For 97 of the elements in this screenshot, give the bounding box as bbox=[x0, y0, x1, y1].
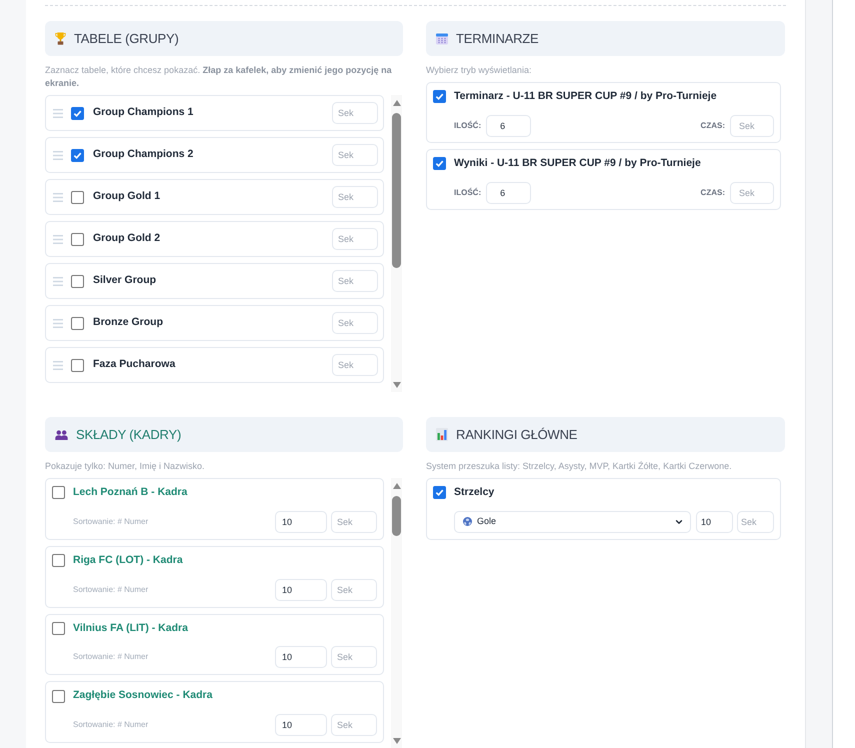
people-icon bbox=[55, 430, 68, 440]
drag-handle-icon[interactable] bbox=[53, 318, 63, 328]
checkbox[interactable] bbox=[52, 622, 65, 635]
table-label: Group Champions 2 bbox=[93, 147, 194, 162]
ball-icon bbox=[463, 517, 472, 526]
table-label: Group Gold 1 bbox=[93, 189, 160, 204]
squad-label: Zagłębie Sosnowiec - Kadra bbox=[73, 688, 212, 704]
time-field[interactable]: Sek bbox=[332, 186, 378, 208]
table-tile[interactable]: Group Gold 1 Sek bbox=[45, 179, 384, 215]
checkbox[interactable] bbox=[71, 190, 84, 204]
table-tile[interactable]: Silver Group Sek bbox=[45, 263, 384, 299]
scrollbar-track[interactable] bbox=[391, 478, 402, 748]
drag-handle-icon[interactable] bbox=[53, 276, 63, 286]
time-label: CZAS: bbox=[700, 120, 725, 132]
checkbox[interactable] bbox=[71, 148, 84, 162]
count-field[interactable]: 10 bbox=[275, 510, 327, 533]
checkbox[interactable] bbox=[71, 106, 84, 120]
count-label: ILOŚĆ: bbox=[454, 120, 482, 132]
time-field[interactable]: Sek bbox=[737, 510, 774, 533]
drag-handle-icon[interactable] bbox=[53, 192, 63, 202]
squad-card[interactable]: Lech Poznań B - Kadra Sortowanie: # Numer 10 Sek bbox=[45, 478, 384, 540]
time-field[interactable]: Sek bbox=[730, 182, 774, 204]
table-label: Faza Pucharowa bbox=[93, 357, 176, 372]
time-label: CZAS: bbox=[700, 186, 725, 198]
checkbox[interactable] bbox=[71, 316, 84, 330]
checkbox[interactable] bbox=[71, 232, 84, 246]
checkbox[interactable] bbox=[433, 157, 446, 170]
count-field[interactable]: 10 bbox=[696, 510, 733, 533]
drag-handle-icon[interactable] bbox=[53, 234, 63, 244]
scrollbar-thumb[interactable] bbox=[392, 496, 401, 536]
time-field[interactable]: Sek bbox=[332, 312, 378, 334]
section-hint: Zaznacz tabele, które chcesz pokazać. Złap za kafelek, aby zmienić jego pozycję na ekranie. bbox=[45, 64, 393, 90]
time-field[interactable]: Sek bbox=[332, 228, 378, 250]
table-tile[interactable]: Group Gold 2 Sek bbox=[45, 221, 384, 257]
schedule-label: Terminarz - U-11 BR SUPER CUP #9 / by Pro-Turnieje bbox=[454, 89, 717, 104]
scroll-up-arrow-icon[interactable] bbox=[392, 100, 400, 106]
scroll-down-arrow-icon[interactable] bbox=[392, 382, 400, 388]
checkbox[interactable] bbox=[71, 274, 84, 288]
checkbox[interactable] bbox=[433, 486, 446, 500]
drag-handle-icon[interactable] bbox=[53, 150, 63, 160]
bar-chart-icon bbox=[436, 428, 448, 441]
time-field[interactable]: Sek bbox=[332, 270, 378, 292]
checkbox[interactable] bbox=[433, 90, 446, 104]
time-field[interactable]: Sek bbox=[730, 114, 774, 137]
sort-label: Sortowanie: # Numer bbox=[73, 584, 148, 596]
stat-select[interactable]: Gole bbox=[454, 510, 691, 533]
squad-card[interactable]: Riga FC (LOT) - Kadra Sortowanie: # Numer 10 Sek bbox=[45, 546, 384, 608]
section-hint: Wybierz tryb wyświetlania: bbox=[426, 64, 532, 77]
count-field[interactable]: 10 bbox=[275, 578, 327, 600]
table-label: Group Champions 1 bbox=[93, 105, 194, 120]
scrollbar-thumb[interactable] bbox=[392, 113, 401, 268]
squad-card[interactable]: Zagłębie Sosnowiec - Kadra Sortowanie: # Numer 10 Sek bbox=[45, 681, 384, 743]
time-field[interactable]: Sek bbox=[331, 510, 377, 533]
sort-label: Sortowanie: # Numer bbox=[73, 719, 148, 731]
table-tile[interactable]: Group Champions 2 Sek bbox=[45, 137, 384, 173]
count-label: ILOŚĆ: bbox=[454, 186, 482, 198]
time-field[interactable]: Sek bbox=[332, 144, 378, 166]
drag-handle-icon[interactable] bbox=[53, 360, 63, 370]
count-field[interactable]: 6 bbox=[486, 114, 532, 137]
checkbox[interactable] bbox=[71, 358, 84, 372]
squad-card[interactable]: Vilnius FA (LIT) - Kadra Sortowanie: # Numer 10 Sek bbox=[45, 614, 384, 676]
calendar-icon bbox=[436, 32, 448, 44]
section-hint: System przeszuka listy: Strzelcy, Asysty, MVP, Kartki Źółte, Kartki Czerwone. bbox=[426, 460, 733, 473]
time-field[interactable]: Sek bbox=[332, 354, 378, 376]
time-field[interactable]: Sek bbox=[331, 714, 377, 736]
sort-label: Sortowanie: # Numer bbox=[73, 516, 148, 528]
table-tile[interactable]: Bronze Group Sek bbox=[45, 305, 384, 341]
scroll-up-arrow-icon[interactable] bbox=[392, 483, 400, 489]
sort-label: Sortowanie: # Numer bbox=[73, 651, 148, 664]
ranking-label: Strzelcy bbox=[454, 485, 494, 500]
squad-label: Lech Poznań B - Kadra bbox=[73, 485, 188, 500]
checkbox[interactable] bbox=[52, 486, 65, 500]
section-title: SKŁADY (KADRY) bbox=[76, 428, 182, 441]
section-title: TABELE (GRUPY) bbox=[74, 32, 179, 45]
drag-handle-icon[interactable] bbox=[53, 108, 63, 118]
trophy-icon bbox=[55, 32, 66, 45]
section-hint: Pokazuje tylko: Numer, Imię i Nazwisko. bbox=[45, 460, 206, 473]
section-title: RANKINGI GŁÓWNE bbox=[456, 428, 578, 441]
scrollbar-track[interactable] bbox=[391, 95, 402, 392]
schedule-label: Wyniki - U-11 BR SUPER CUP #9 / by Pro-Turnieje bbox=[454, 156, 701, 171]
time-field[interactable]: Sek bbox=[332, 102, 378, 124]
table-tile[interactable]: Faza Pucharowa Sek bbox=[45, 347, 384, 383]
squad-label: Riga FC (LOT) - Kadra bbox=[73, 552, 183, 568]
squad-label: Vilnius FA (LIT) - Kadra bbox=[73, 620, 188, 636]
checkbox[interactable] bbox=[52, 690, 65, 703]
time-field[interactable]: Sek bbox=[331, 578, 377, 600]
scroll-down-arrow-icon[interactable] bbox=[392, 738, 400, 744]
count-field[interactable]: 10 bbox=[275, 646, 327, 668]
table-tile[interactable]: Group Champions 1 Sek bbox=[45, 95, 384, 131]
time-field[interactable]: Sek bbox=[331, 646, 377, 668]
section-title: TERMINARZE bbox=[456, 32, 539, 45]
checkbox[interactable] bbox=[52, 554, 65, 568]
table-label: Bronze Group bbox=[93, 315, 163, 330]
table-label: Group Gold 2 bbox=[93, 231, 160, 246]
table-label: Silver Group bbox=[93, 273, 156, 288]
count-field[interactable]: 10 bbox=[275, 714, 327, 736]
count-field[interactable]: 6 bbox=[486, 182, 532, 204]
